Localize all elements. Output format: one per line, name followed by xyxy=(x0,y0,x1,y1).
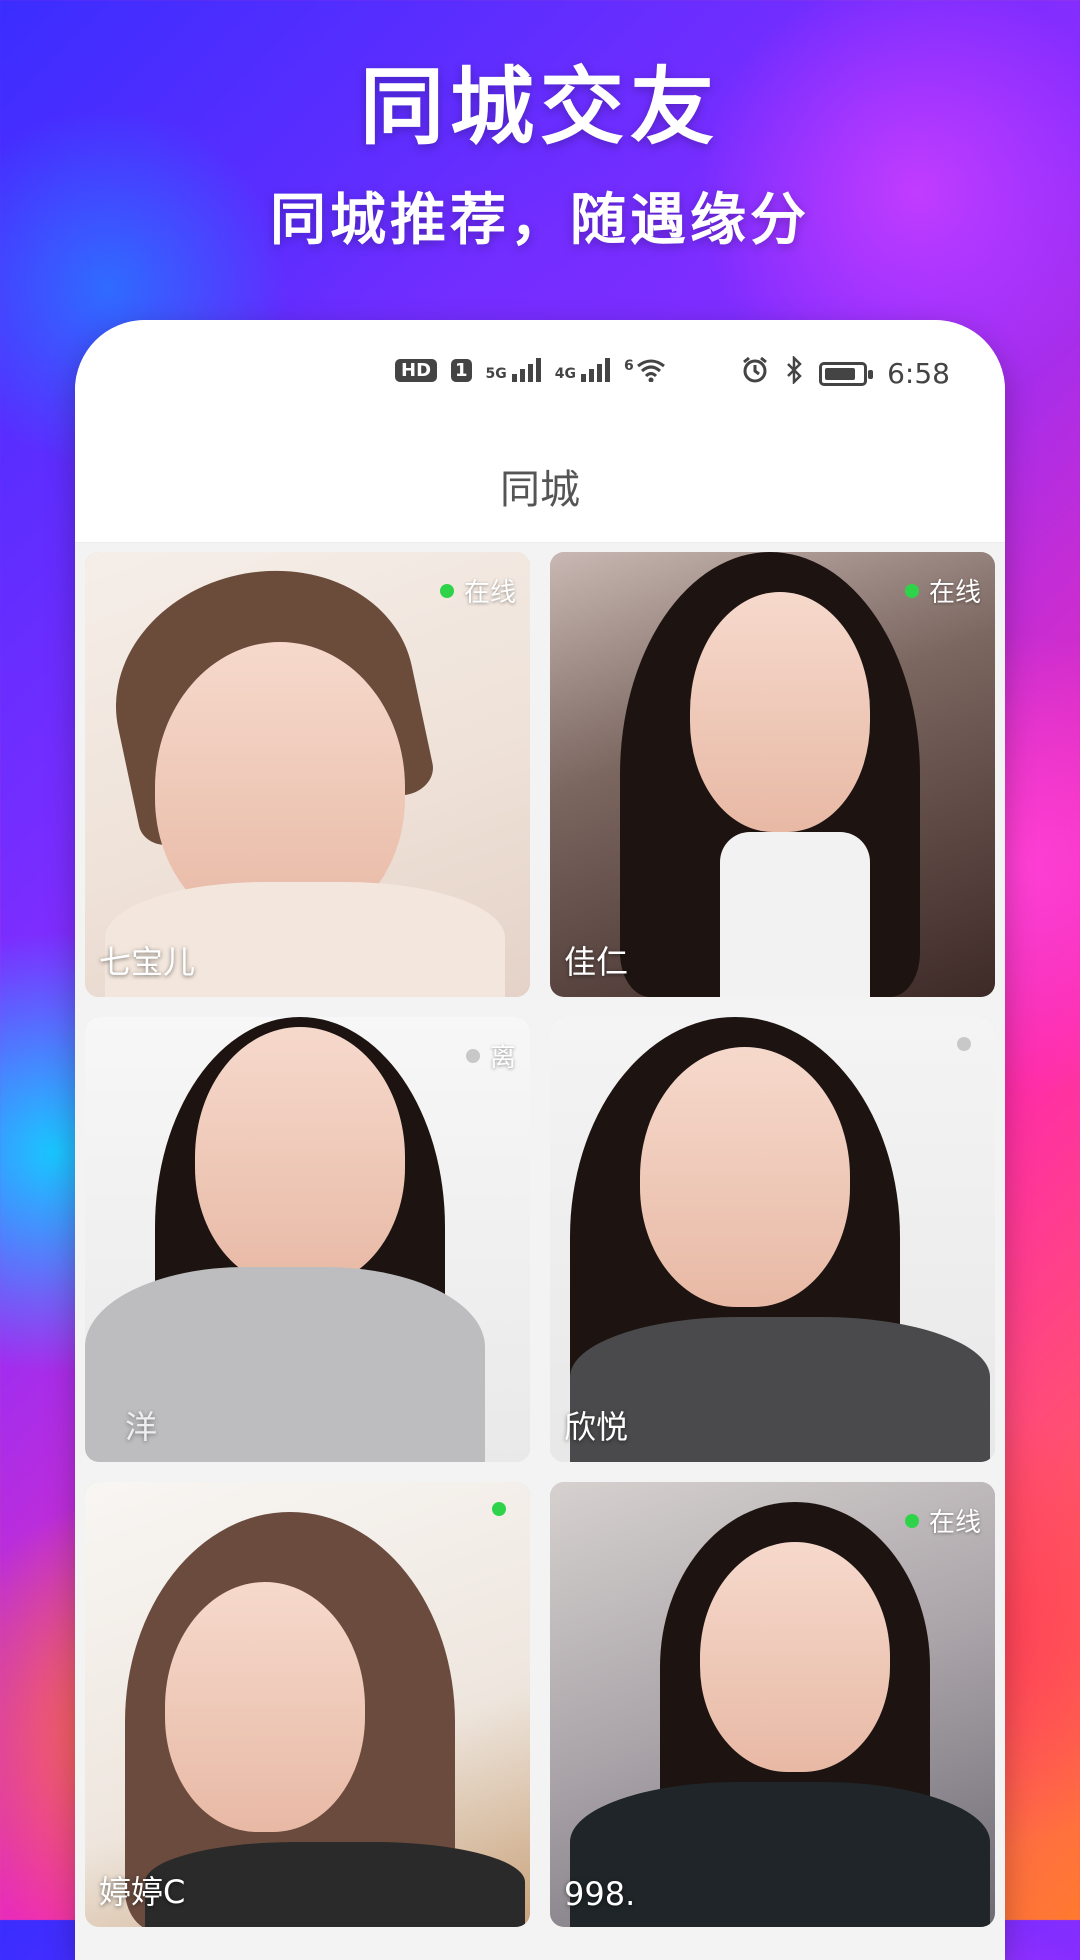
user-photo xyxy=(85,1482,530,1927)
online-status xyxy=(492,1502,516,1516)
user-nickname: 佳仁 xyxy=(564,943,629,981)
user-card[interactable]: 欣悦 xyxy=(550,1017,995,1462)
page-title: 同城 xyxy=(75,430,1005,543)
user-photo xyxy=(85,1017,530,1462)
hd-icon: HD xyxy=(395,358,438,382)
phone-screen: HD 1 5G 4G 6 6:58 同城 在线 七宝儿 在线 佳仁 离 洋 欣悦… xyxy=(75,320,1005,1960)
status-right: 6:58 xyxy=(741,354,950,391)
battery-icon xyxy=(819,361,874,386)
bluetooth-icon xyxy=(785,354,803,391)
status-dot-icon xyxy=(957,1037,971,1051)
user-grid: 在线 七宝儿 在线 佳仁 离 洋 欣悦 婷婷C 在线 998. xyxy=(85,552,995,1927)
user-nickname: 欣悦 xyxy=(564,1408,629,1446)
status-dot-icon xyxy=(439,583,454,598)
hero-subtitle: 同城推荐，随遇缘分 xyxy=(270,188,810,253)
signal-4g-icon: 4G xyxy=(555,358,611,382)
status-dot-icon xyxy=(465,1048,480,1063)
user-card[interactable]: 在线 998. xyxy=(550,1482,995,1927)
user-nickname: 洋 xyxy=(125,1408,158,1446)
online-status: 离 xyxy=(465,1037,516,1074)
user-nickname: 七宝儿 xyxy=(99,943,196,981)
user-photo xyxy=(85,552,530,997)
status-dot-icon xyxy=(904,583,919,598)
user-card[interactable]: 在线 佳仁 xyxy=(550,552,995,997)
hero-title: 同城交友 xyxy=(359,58,720,156)
status-dot-icon xyxy=(492,1502,506,1516)
online-status xyxy=(957,1037,981,1051)
user-nickname: 婷婷C xyxy=(99,1873,186,1911)
online-status: 在线 xyxy=(904,1502,981,1539)
signal-5g-icon: 5G xyxy=(486,358,541,382)
status-bar: HD 1 5G 4G 6 6:58 xyxy=(75,320,1005,430)
online-status: 在线 xyxy=(439,572,516,609)
online-status: 在线 xyxy=(904,572,981,609)
user-card[interactable]: 在线 七宝儿 xyxy=(85,552,530,997)
user-photo xyxy=(550,1017,995,1462)
status-dot-icon xyxy=(904,1513,919,1528)
user-photo xyxy=(550,552,995,997)
user-nickname: 998. xyxy=(564,1875,636,1913)
alarm-icon xyxy=(741,356,769,391)
user-card[interactable]: 离 洋 xyxy=(85,1017,530,1462)
user-card[interactable]: 婷婷C xyxy=(85,1482,530,1927)
status-left: HD 1 5G 4G 6 xyxy=(395,358,666,382)
wifi-6-icon: 6 xyxy=(624,358,666,382)
status-time: 6:58 xyxy=(887,357,950,390)
user-photo xyxy=(550,1482,995,1927)
sim-1-icon: 1 xyxy=(451,358,472,382)
